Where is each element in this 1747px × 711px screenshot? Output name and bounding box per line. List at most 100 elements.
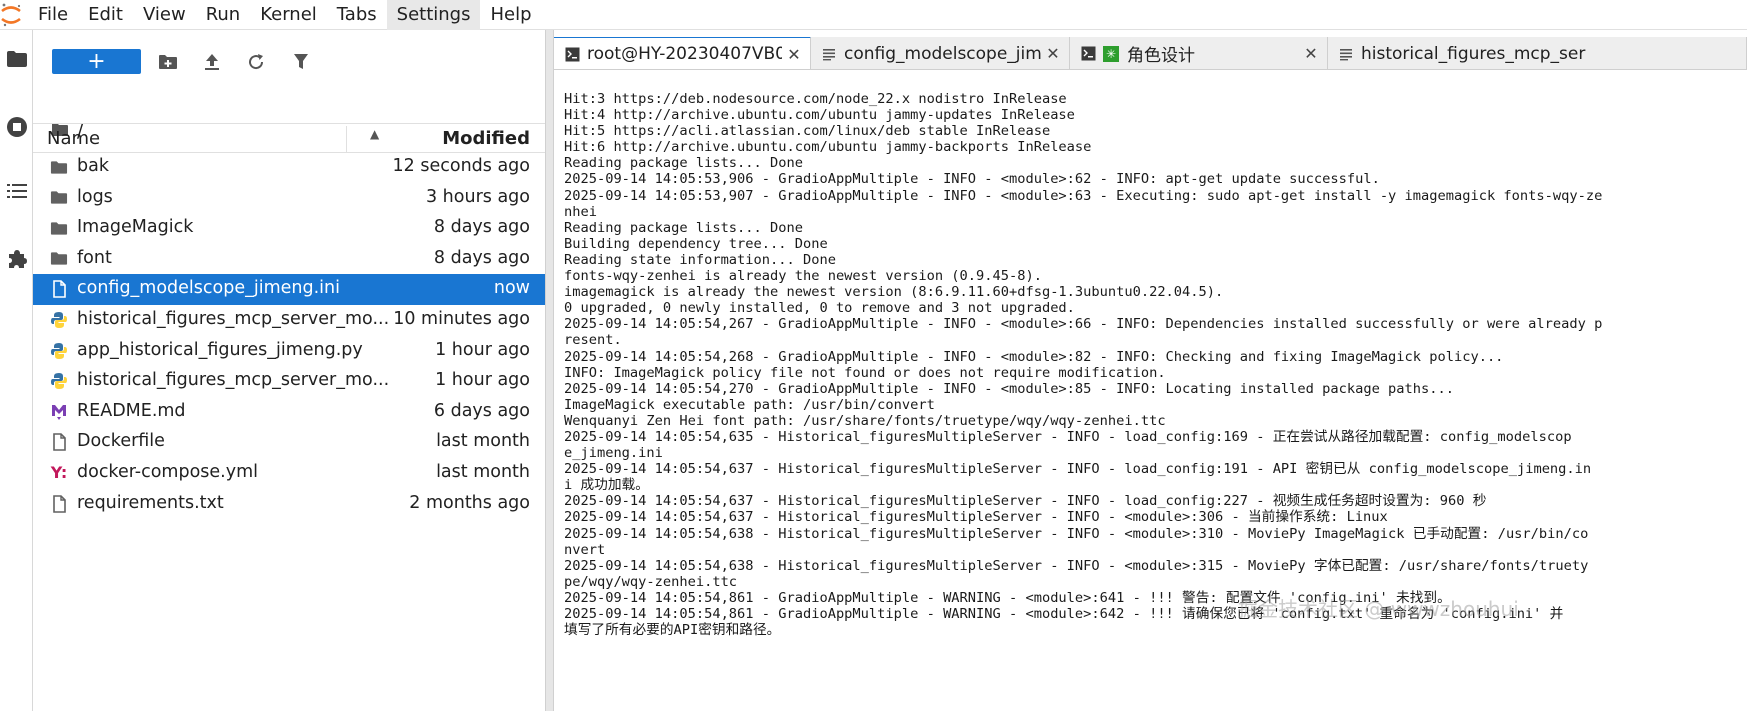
tab-3[interactable]: ✳ 角色设计 ✕ (1070, 37, 1328, 69)
menu-kernel[interactable]: Kernel (250, 0, 327, 30)
close-icon[interactable]: ✕ (786, 45, 802, 64)
terminal-line: pe/wqy/wqy-zenhei.ttc (564, 573, 738, 590)
watermark: 掘金技术社区 @ wwwzhouhui (1238, 597, 1519, 621)
file-row[interactable]: historical_figures_mcp_server_mo... 10 mi… (33, 305, 545, 336)
menu-run[interactable]: Run (196, 0, 251, 30)
file-modified: last month (436, 461, 530, 482)
file-row[interactable]: ImageMagick 8 days ago (33, 213, 545, 244)
terminal-line: INFO: ImageMagick policy file not found … (564, 364, 1166, 381)
terminal-line: Reading package lists... Done (564, 155, 803, 172)
filter-icon[interactable] (290, 51, 312, 73)
menu-help[interactable]: Help (480, 0, 541, 30)
terminal-line: Reading state information... Done (564, 251, 836, 268)
notebook-kernel-icon: ✳ (1103, 45, 1119, 62)
terminal-line: Reading package lists... Done (564, 219, 803, 236)
terminal-line: imagemagick is already the newest versio… (564, 284, 1224, 301)
file-name: Dockerfile (77, 431, 165, 452)
file-modified: 10 minutes ago (393, 308, 530, 329)
terminal-line: Hit:5 https://acli.atlassian.com/linux/d… (564, 123, 1051, 140)
folder-icon (50, 189, 68, 207)
file-row[interactable]: bak 12 seconds ago (33, 152, 545, 183)
file-row[interactable]: font 8 days ago (33, 244, 545, 275)
file-row[interactable]: Dockerfile last month (33, 427, 545, 458)
terminal-line: 0 upgraded, 0 newly installed, 0 to remo… (564, 300, 1075, 317)
file-name: logs (77, 186, 113, 207)
new-folder-icon[interactable] (157, 51, 179, 73)
tab-label: 角色设计 (1127, 46, 1195, 66)
upload-icon[interactable] (201, 51, 223, 73)
refresh-icon[interactable] (245, 51, 267, 73)
menu-settings[interactable]: Settings (386, 0, 481, 30)
file-modified: 8 days ago (433, 247, 530, 268)
file-modified: now (493, 278, 530, 299)
file-name: historical_figures_mcp_server_mo... (77, 370, 390, 391)
file-listing: bak 12 seconds ago logs 3 hours ago ImageMag… (33, 152, 545, 519)
file-row[interactable]: historical_figures_mcp_server_mo... 1 hou… (33, 366, 545, 397)
sort-ascending-icon: ▲ (370, 127, 380, 141)
panel-splitter[interactable] (545, 30, 554, 711)
file-icon (50, 494, 68, 513)
column-header-modified[interactable]: Modified (442, 128, 530, 149)
toc-list-icon[interactable] (0, 182, 33, 200)
menu-edit[interactable]: Edit (78, 0, 133, 30)
file-browser: + / Name ▲ Modified bak 12 seconds ago log… (33, 30, 545, 711)
file-modified: 2 months ago (409, 492, 530, 513)
file-row[interactable]: config_modelscope_jimeng.ini now (33, 274, 545, 305)
terminal-line: nvert (564, 541, 606, 558)
file-browser-toolbar: + (33, 30, 545, 92)
file-row[interactable]: README.md 6 days ago (33, 397, 545, 428)
menu-bar: File Edit View Run Kernel Tabs Settings Help (0, 0, 1747, 30)
tab-label: config_modelscope_jimer (844, 43, 1041, 64)
folder-icon[interactable] (0, 50, 33, 68)
terminal-line: 2025-09-14 14:05:53,907 - GradioAppMulti… (564, 187, 1603, 204)
terminal-line: 2025-09-14 14:05:54,635 - Historical_fig… (564, 428, 1572, 445)
menu-file[interactable]: File (28, 0, 78, 30)
folder-icon (50, 250, 68, 268)
file-name: historical_figures_mcp_server_mo... (77, 308, 390, 329)
file-modified: 1 hour ago (435, 339, 530, 360)
file-name: bak (77, 156, 109, 176)
file-row[interactable]: logs 3 hours ago (33, 183, 545, 214)
terminal-panel[interactable]: Hit:3 https://deb.nodesource.com/node_22… (554, 71, 1747, 711)
terminal-line: i 成功加载。 (564, 477, 649, 494)
yaml-icon: Y: (50, 463, 68, 483)
file-modified: last month (436, 431, 530, 452)
terminal-line: 2025-09-14 14:05:54,861 - GradioAppMulti… (564, 589, 1451, 606)
file-modified: 6 days ago (433, 400, 530, 421)
text-file-icon (821, 46, 837, 62)
tab-4[interactable]: historical_figures_mcp_ser (1328, 37, 1747, 69)
file-row[interactable]: requirements.txt 2 months ago (33, 489, 545, 520)
tab-2[interactable]: config_modelscope_jimer ✕ (811, 37, 1070, 69)
terminal-line: Wenquanyi Zen Hei font path: /usr/share/… (564, 412, 1166, 429)
terminal-icon (564, 46, 580, 62)
terminal-line: 填写了所有必要的API密钥和路径。 (564, 622, 781, 639)
terminal-icon (1080, 46, 1096, 62)
terminal-line: 2025-09-14 14:05:54,268 - GradioAppMulti… (564, 348, 1504, 365)
file-icon (50, 280, 68, 299)
column-header-name[interactable]: Name (47, 128, 100, 149)
terminal-line: 2025-09-14 14:05:53,906 - GradioAppMulti… (564, 171, 1380, 188)
terminal-line: fonts-wqy-zenhei is already the newest v… (564, 268, 1042, 285)
terminal-line: ImageMagick executable path: /usr/bin/co… (564, 396, 935, 413)
terminal-line: 2025-09-14 14:05:54,638 - Historical_fig… (564, 557, 1589, 574)
menu-view[interactable]: View (133, 0, 196, 30)
file-name: ImageMagick (77, 217, 194, 238)
file-row[interactable]: Y: docker-compose.yml last month (33, 458, 545, 489)
new-launcher-button[interactable]: + (52, 49, 141, 74)
extension-puzzle-icon[interactable] (0, 248, 33, 270)
terminal-line: 2025-09-14 14:05:54,637 - Historical_fig… (564, 493, 1487, 510)
tab-label: root@HY-20230407VB01: (587, 44, 782, 64)
running-stop-icon[interactable] (0, 116, 33, 138)
file-modified: 8 days ago (433, 217, 530, 238)
close-icon[interactable]: ✕ (1045, 44, 1061, 63)
text-file-icon (1338, 46, 1354, 62)
terminal-line: Hit:4 http://archive.ubuntu.com/ubuntu j… (564, 107, 1075, 124)
tab-1[interactable]: root@HY-20230407VB01: ✕ (554, 37, 811, 69)
close-icon[interactable]: ✕ (1303, 44, 1319, 63)
terminal-line: 2025-09-14 14:05:54,861 - GradioAppMulti… (564, 606, 1564, 622)
terminal-line: Hit:3 https://deb.nodesource.com/node_22… (564, 91, 1067, 107)
column-divider[interactable] (346, 126, 347, 152)
menu-tabs[interactable]: Tabs (327, 0, 387, 30)
file-row[interactable]: app_historical_figures_jimeng.py 1 hour a… (33, 336, 545, 367)
python-icon (50, 311, 68, 329)
